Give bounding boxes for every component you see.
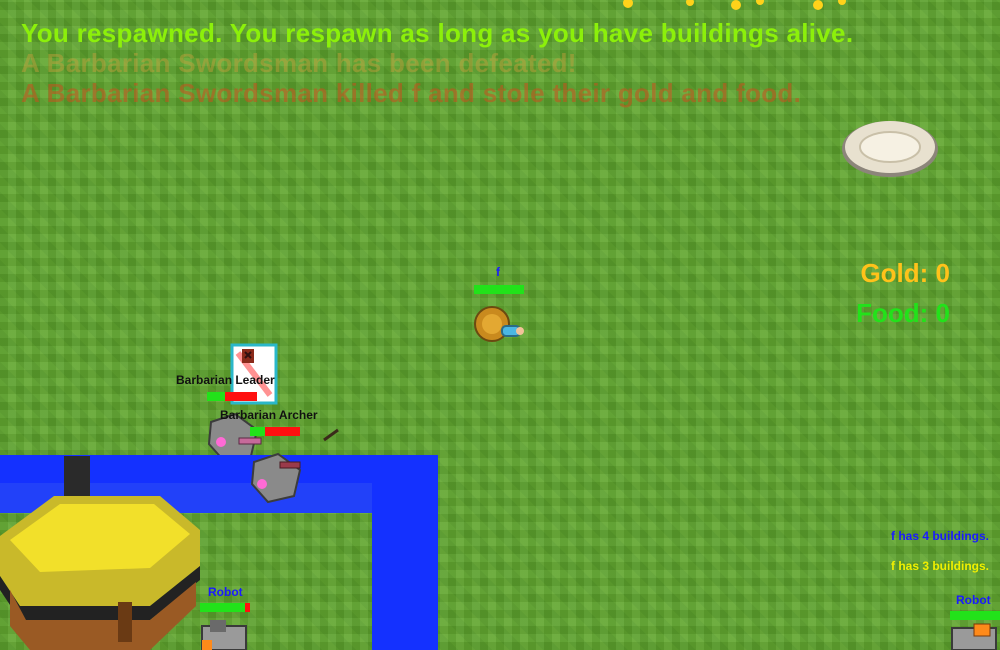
robot-name-left: Robot: [208, 585, 243, 599]
robot-left-health-bar: [200, 603, 250, 612]
robot-name-right: Robot: [956, 593, 991, 607]
plate-icon[interactable]: [840, 118, 940, 180]
robot-icon[interactable]: [948, 622, 1000, 650]
gold-counter: Gold: 0: [860, 258, 950, 288]
respawn-message: You respawned. You respawn as long as yo…: [21, 18, 854, 48]
arrow-projectile: [323, 428, 339, 442]
defeat-message: A Barbarian Swordsman has been defeated!: [21, 48, 577, 78]
player-name: f: [496, 265, 500, 279]
robot-icon[interactable]: [196, 618, 256, 650]
building-count-f-2: f has 3 buildings.: [890, 559, 989, 573]
player-character[interactable]: [470, 300, 530, 350]
food-counter: Food: 0: [856, 298, 950, 328]
wall-right: [372, 455, 438, 650]
barbarian-archer-name: Barbarian Archer: [220, 408, 318, 422]
barbarian-archer-health-bar: [250, 427, 300, 436]
building-count-f-1: f has 4 buildings.: [890, 529, 989, 543]
player-health-bar: [474, 285, 524, 294]
flower-decoration: [623, 0, 846, 10]
house-building-icon[interactable]: [0, 456, 204, 650]
killed-message: A Barbarian Swordsman killed f and stole…: [21, 78, 802, 108]
barbarian-archer-unit[interactable]: [248, 452, 306, 504]
barbarian-leader-health-bar: [207, 392, 257, 401]
robot-right-health-bar: [950, 611, 1000, 620]
barbarian-leader-name: Barbarian Leader: [176, 373, 275, 387]
